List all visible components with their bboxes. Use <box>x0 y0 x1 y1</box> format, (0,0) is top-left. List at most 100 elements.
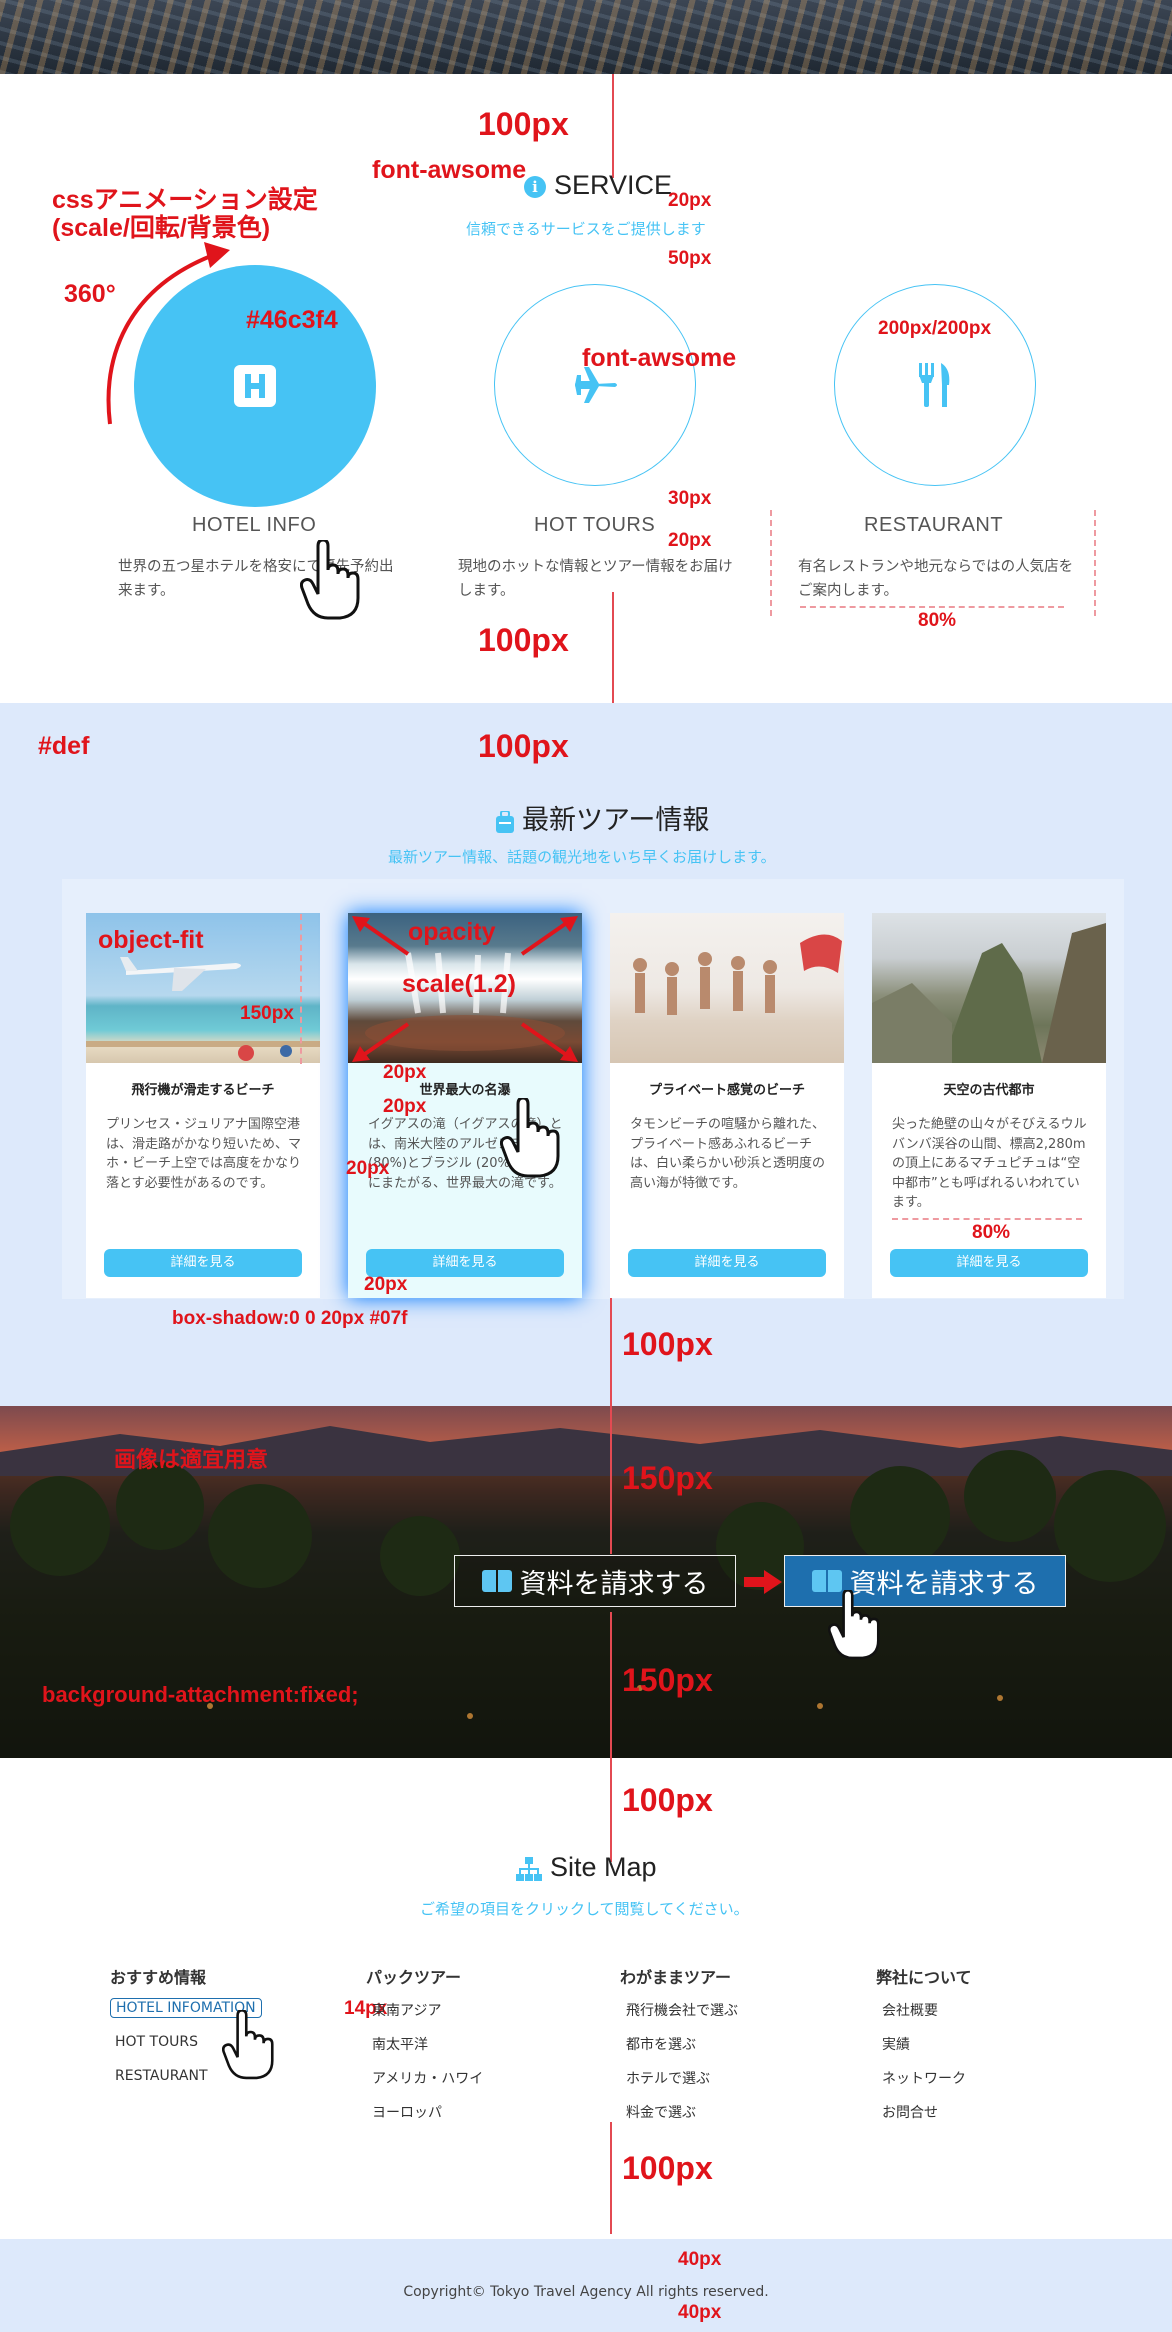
tour-details-button[interactable]: 詳細を見る <box>104 1249 302 1277</box>
tour-desc: プリンセス・ジュリアナ国際空港は、滑走路がかなり短いため、マホ・ビーチ上空では高… <box>106 1117 302 1191</box>
width-guide-left <box>770 510 772 616</box>
spacing-guide-line-3 <box>610 1298 612 1406</box>
sitemap-link[interactable]: 会社概要 <box>882 2000 938 2020</box>
annotation-20px-5: 20px <box>346 1158 390 1179</box>
spacing-guide-line <box>612 74 614 178</box>
sitemap-link[interactable]: ヨーロッパ <box>372 2102 442 2122</box>
sitemap-column-head: パックツアー <box>366 1968 462 1987</box>
annotation-circle-size: 200px/200px <box>878 318 992 339</box>
request-button-hover[interactable]: 資料を請求する <box>784 1555 1066 1607</box>
sitemap-column-head: 弊社について <box>876 1968 972 1987</box>
annotation-font-awesome-2: font-awsome <box>582 344 737 372</box>
sitemap-link[interactable]: ネットワーク <box>882 2068 966 2088</box>
sitemap-column-head: おすすめ情報 <box>110 1968 207 1987</box>
tour-image-machu-picchu <box>872 913 1106 1063</box>
tours-title: 最新ツアー情報 <box>496 798 709 837</box>
annotation-20px-4: 20px <box>383 1096 427 1117</box>
book-icon <box>811 1570 842 1592</box>
annotation-image-note: 画像は適宜用意 <box>114 1447 269 1472</box>
annotation-20px: 20px <box>668 190 712 211</box>
state-arrow-icon <box>744 1570 782 1594</box>
service-name-tours: HOT TOURS <box>534 514 656 536</box>
tour-card[interactable]: 飛行機が滑走するビーチ プリンセス・ジュリアナ国際空港は、滑走路がかなり短いため… <box>86 913 320 1298</box>
tour-image-private-beach <box>610 913 844 1063</box>
hand-pointer-icon <box>300 540 360 620</box>
service-circle-hotel[interactable] <box>134 265 376 507</box>
annotation-100px-3: 100px <box>478 728 569 764</box>
utensils-icon <box>919 363 950 407</box>
tour-title: 飛行機が滑走するビーチ <box>131 1083 275 1098</box>
sitemap-link[interactable]: ホテルで選ぶ <box>626 2068 710 2088</box>
annotation-80-percent-2: 80% <box>972 1222 1011 1243</box>
spacing-guide-line-7 <box>610 2122 612 2234</box>
annotation-20px-2: 20px <box>668 530 712 551</box>
book-icon <box>481 1570 512 1592</box>
service-name-restaurant: RESTAURANT <box>864 514 1004 536</box>
spacing-guide-line-5 <box>610 1612 612 1758</box>
sitemap-link-restaurant[interactable]: RESTAURANT <box>115 2068 208 2084</box>
spacing-guide-line-6 <box>610 1758 612 1862</box>
annotation-150px: 150px <box>240 1003 294 1024</box>
tour-details-button[interactable]: 詳細を見る <box>890 1249 1088 1277</box>
service-circle-tours[interactable] <box>494 284 696 486</box>
annotation-color-hex: #46c3f4 <box>246 306 338 334</box>
sitemap-subtitle: ご希望の項目をクリックして閲覧してください。 <box>420 1900 749 1918</box>
tour-desc: 尖った絶壁の山々がそびえるウルバンバ渓谷の山間、標高2,280mの頂上にあるマチ… <box>892 1117 1087 1210</box>
sitemap-link[interactable]: 料金で選ぶ <box>626 2102 696 2122</box>
info-icon: i <box>524 175 546 198</box>
annotation-100px-2: 100px <box>478 622 569 658</box>
annotation-20px-3: 20px <box>383 1062 427 1083</box>
footer: 40px Copyright© Tokyo Travel Agency All … <box>0 2239 1172 2332</box>
sitemap-link-tours[interactable]: HOT TOURS <box>115 2034 198 2050</box>
hand-pointer-icon <box>828 1590 880 1660</box>
annotation-40px-2: 40px <box>678 2302 722 2323</box>
sitemap-icon <box>516 1856 542 1881</box>
tour-title: 天空の古代都市 <box>943 1083 1035 1098</box>
annotation-background-color: #def <box>38 732 90 760</box>
service-subtitle: 信頼できるサービスをご提供します <box>466 220 706 238</box>
sitemap-link[interactable]: お問合せ <box>882 2102 938 2122</box>
sitemap-link[interactable]: アメリカ・ハワイ <box>372 2068 483 2088</box>
hotel-icon <box>234 365 276 407</box>
width-guide-right <box>1094 510 1096 616</box>
annotation-object-fit: object-fit <box>98 926 204 954</box>
copyright-text: Copyright© Tokyo Travel Agency All right… <box>403 2284 769 2300</box>
width-guide-bottom <box>800 606 1064 608</box>
annotation-20px-6: 20px <box>364 1274 408 1295</box>
annotation-scale: scale(1.2) <box>402 970 516 998</box>
tour-desc: タモンビーチの喧騒から離れた、プライベート感あふれるビーチは、白い柔らかい砂浜と… <box>630 1117 826 1191</box>
annotation-150px-2: 150px <box>622 1460 713 1496</box>
annotation-80-percent: 80% <box>918 610 957 631</box>
annotation-background-fixed: background-attachment:fixed; <box>42 1682 359 1707</box>
service-circle-restaurant[interactable] <box>834 284 1036 486</box>
annotation-font-awesome: font-awsome <box>372 156 527 184</box>
tour-details-button[interactable]: 詳細を見る <box>628 1249 826 1277</box>
people-image-detail <box>633 934 842 1015</box>
sitemap-link[interactable]: 東南アジア <box>372 2000 441 2020</box>
request-button-default[interactable]: 資料を請求する <box>454 1555 736 1607</box>
annotation-50px: 50px <box>668 248 712 269</box>
tour-title: プライベート感覚のビーチ <box>648 1083 805 1098</box>
annotation-box-shadow: box-shadow:0 0 20px #07f <box>172 1308 408 1329</box>
sitemap-link[interactable]: 飛行機会社で選ぶ <box>626 2000 738 2020</box>
annotation-opacity: opacity <box>408 918 496 946</box>
hand-pointer-icon <box>500 1098 560 1178</box>
sitemap-title: Site Map <box>516 1852 657 1883</box>
annotation-40px: 40px <box>678 2249 722 2270</box>
mountain-image-detail <box>872 923 1106 1063</box>
sitemap-link[interactable]: 実績 <box>882 2034 910 2054</box>
top-banner-image <box>0 0 1172 74</box>
sitemap-link[interactable]: 都市を選ぶ <box>626 2034 696 2054</box>
hand-pointer-icon <box>222 2010 274 2080</box>
annotation-100px-4: 100px <box>622 1326 713 1362</box>
sitemap-link[interactable]: 南太平洋 <box>372 2034 428 2054</box>
annotation-100px: 100px <box>478 106 569 142</box>
tour-card[interactable]: プライベート感覚のビーチ タモンビーチの喧騒から離れた、プライベート感あふれるビ… <box>610 913 844 1298</box>
annotation-100px-5: 100px <box>622 1782 713 1818</box>
sitemap-column-head: わがままツアー <box>620 1968 732 1987</box>
annotation-30px: 30px <box>668 488 712 509</box>
service-desc-tours: 現地のホットな情報とツアー情報をお届けします。 <box>458 559 733 599</box>
width-guide-card <box>892 1218 1082 1220</box>
annotation-150px-3: 150px <box>622 1662 713 1698</box>
tour-details-button[interactable]: 詳細を見る <box>366 1249 564 1277</box>
